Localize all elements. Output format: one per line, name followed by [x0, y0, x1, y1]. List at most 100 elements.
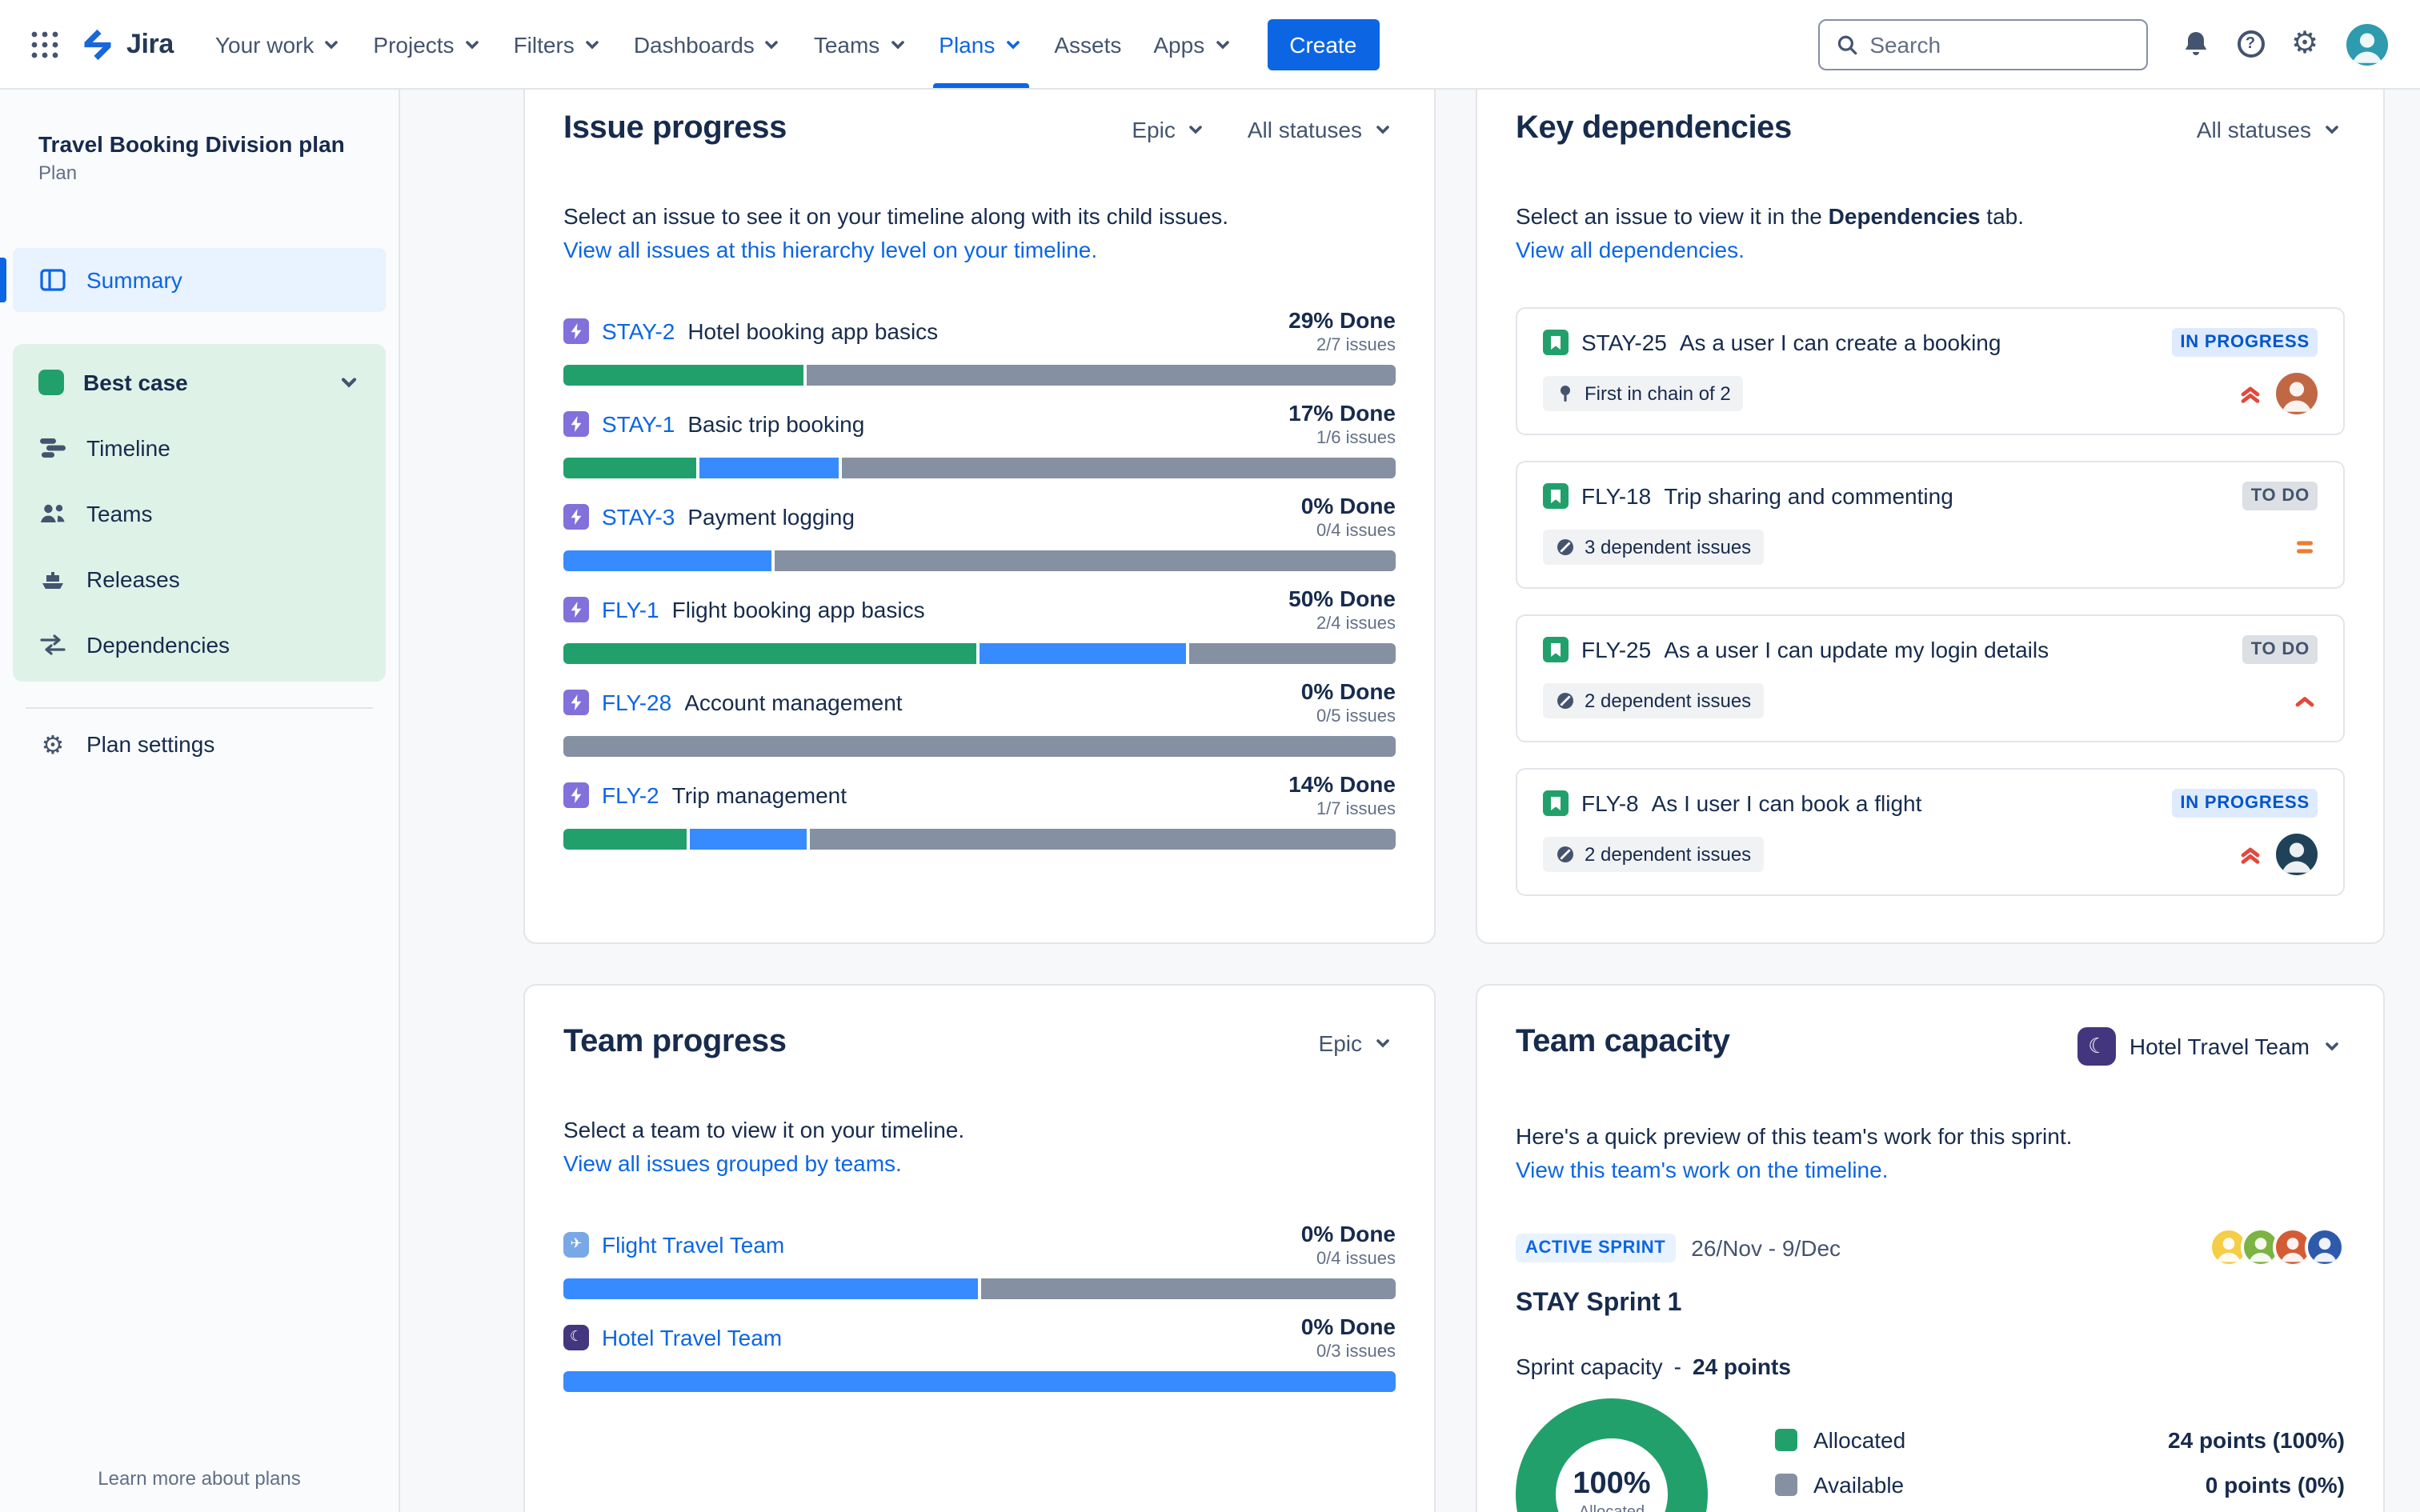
issue-progress-row[interactable]: FLY-1 Flight booking app basics 50% Done…: [563, 586, 1396, 664]
dependency-meta-pill: 3 dependent issues: [1543, 530, 1765, 565]
capacity-legend: Allocated 24 points (100%) Available 0 p…: [1775, 1427, 2345, 1512]
dependency-meta-pill: 2 dependent issues: [1543, 837, 1765, 872]
plan-type: Plan: [38, 162, 78, 184]
team-selector-dropdown[interactable]: ☾ Hotel Travel Team: [2075, 1024, 2345, 1069]
legend-row: Allocated 24 points (100%): [1775, 1427, 2345, 1453]
issue-key-link[interactable]: STAY-3: [602, 504, 675, 530]
issue-summary: As I user I can book a flight: [1651, 790, 1922, 816]
team-name-link[interactable]: Flight Travel Team: [602, 1232, 784, 1258]
story-icon: [1543, 637, 1569, 662]
issue-progress-row[interactable]: FLY-2 Trip management 14% Done 1/7 issues: [563, 771, 1396, 850]
issue-progress-row[interactable]: STAY-3 Payment logging 0% Done 0/4 issues: [563, 493, 1396, 571]
dependency-card[interactable]: FLY-8 As I user I can book a flight IN P…: [1516, 768, 2345, 896]
chevron-down-icon: [341, 377, 357, 387]
user-avatar[interactable]: [2346, 23, 2388, 65]
nav-item-label: Apps: [1153, 31, 1205, 57]
nav-item-filters[interactable]: Filters: [498, 0, 618, 88]
dependency-meta-text: First in chain of 2: [1585, 382, 1731, 405]
sidebar-item-dependencies[interactable]: Dependencies: [13, 611, 386, 677]
sidebar-item-summary[interactable]: Summary: [0, 248, 386, 312]
sprint-capacity-line: Sprint capacity - 24 points: [1516, 1354, 2345, 1379]
plan-sidebar: Travel Booking Division plan Plan Summar…: [0, 90, 400, 1512]
sidebar-item-releases[interactable]: Releases: [13, 546, 386, 611]
donut-percent: 100%: [1573, 1467, 1651, 1501]
assignee-avatar: [2276, 373, 2318, 414]
hierarchy-filter-dropdown[interactable]: Epic: [1316, 1024, 1396, 1062]
team-progress-row[interactable]: ✈ Flight Travel Team 0% Done 0/4 issues: [563, 1221, 1396, 1299]
filter-label: All statuses: [2196, 117, 2311, 142]
issue-key-link[interactable]: FLY-2: [602, 782, 659, 808]
percent-done: 0% Done: [1300, 493, 1396, 518]
issue-key-link[interactable]: STAY-1: [602, 411, 675, 437]
sidebar-item-plan-settings[interactable]: ⚙ Plan settings: [13, 712, 386, 776]
nav-item-label: Teams: [813, 31, 880, 57]
team-name-link[interactable]: Hotel Travel Team: [602, 1325, 782, 1350]
issue-summary: As a user I can create a booking: [1679, 330, 2001, 355]
sidebar-item-timeline[interactable]: Timeline: [13, 414, 386, 480]
nav-item-projects[interactable]: Projects: [357, 0, 497, 88]
issue-key-link[interactable]: STAY-2: [602, 318, 675, 344]
notifications-button[interactable]: [2170, 18, 2222, 70]
issue-progress-row[interactable]: FLY-28 Account management 0% Done 0/5 iss…: [563, 678, 1396, 757]
bell-icon: [2185, 31, 2207, 54]
issue-key-link[interactable]: FLY-28: [602, 690, 671, 715]
card-title: Team capacity: [1516, 1024, 1730, 1059]
summary-content: Issue progress Epic All statuses Select …: [400, 90, 2420, 1512]
progress-todo-segment: [842, 458, 1396, 478]
view-team-work-link[interactable]: View this team's work on the timeline.: [1516, 1157, 1889, 1182]
capacity-dash: -: [1673, 1354, 1681, 1379]
card-description: Select an issue to view it in the Depend…: [1516, 203, 2345, 229]
priority-medium-icon: [2297, 541, 2313, 554]
view-all-dependencies-link[interactable]: View all dependencies.: [1516, 237, 1745, 262]
dependency-card[interactable]: STAY-25 As a user I can create a booking…: [1516, 307, 2345, 435]
learn-more-link[interactable]: Learn more about plans: [13, 1454, 386, 1496]
scenario-panel: Best case Timeline Teams Releases Depend…: [13, 344, 386, 682]
app-switcher-button[interactable]: [19, 18, 70, 70]
issue-key: FLY-8: [1581, 790, 1639, 816]
jira-logo[interactable]: Jira: [80, 26, 174, 62]
ship-icon: [38, 564, 67, 593]
dependency-card[interactable]: FLY-18 Trip sharing and commenting TO DO…: [1516, 461, 2345, 589]
nav-item-label: Your work: [214, 31, 315, 57]
chevron-down-icon: [1006, 40, 1020, 49]
issue-progress-row[interactable]: STAY-2 Hotel booking app basics 29% Done…: [563, 307, 1396, 386]
progress-inprogress-segment: [563, 1371, 1396, 1392]
nav-item-teams[interactable]: Teams: [798, 0, 923, 88]
settings-button[interactable]: ⚙: [2279, 18, 2330, 70]
gear-icon: ⚙: [2290, 26, 2319, 61]
dependency-card[interactable]: FLY-25 As a user I can update my login d…: [1516, 614, 2345, 742]
nav-item-assets[interactable]: Assets: [1038, 0, 1137, 88]
status-filter-dropdown[interactable]: All statuses: [2194, 110, 2345, 149]
nav-item-apps[interactable]: Apps: [1137, 0, 1248, 88]
issue-key-link[interactable]: FLY-1: [602, 597, 659, 622]
search-icon: [1837, 34, 1857, 54]
chevron-down-icon: [465, 40, 479, 49]
hierarchy-filter-dropdown[interactable]: Epic: [1128, 110, 1208, 149]
sidebar-item-label: Summary: [86, 267, 182, 293]
status-filter-dropdown[interactable]: All statuses: [1244, 110, 1396, 149]
sprint-row: ACTIVE SPRINT 26/Nov - 9/Dec: [1516, 1227, 2345, 1267]
primary-nav: Your work Projects Filters Dashboards Te…: [199, 0, 1248, 88]
search-input[interactable]: [1869, 31, 2130, 57]
jira-logo-icon: [84, 28, 111, 60]
team-progress-row[interactable]: ☾ Hotel Travel Team 0% Done 0/3 issues: [563, 1314, 1396, 1392]
view-all-issues-link[interactable]: View all issues at this hierarchy level …: [563, 237, 1097, 262]
issue-summary: Trip sharing and commenting: [1664, 483, 1953, 509]
create-button[interactable]: Create: [1267, 18, 1380, 70]
issue-progress-row[interactable]: STAY-1 Basic trip booking 17% Done 1/6 is…: [563, 400, 1396, 478]
issue-key: STAY-25: [1581, 330, 1667, 355]
sidebar-item-teams[interactable]: Teams: [13, 480, 386, 546]
nav-item-your-work[interactable]: Your work: [199, 0, 358, 88]
issue-summary: As a user I can update my login details: [1664, 637, 2049, 662]
status-badge: TO DO: [2242, 635, 2318, 664]
scenario-selector[interactable]: Best case: [13, 349, 386, 414]
team-progress-card: Team progress Epic Select a team to view…: [523, 984, 1436, 1512]
legend-value: 0 points (0%): [2205, 1472, 2345, 1498]
nav-item-plans[interactable]: Plans: [923, 0, 1038, 88]
nav-item-dashboards[interactable]: Dashboards: [618, 0, 798, 88]
progress-done-segment: [563, 643, 976, 664]
help-button[interactable]: ?: [2225, 18, 2276, 70]
progress-inprogress-segment: [980, 643, 1186, 664]
view-issues-by-team-link[interactable]: View all issues grouped by teams.: [563, 1150, 902, 1176]
search-box[interactable]: [1818, 18, 2148, 70]
